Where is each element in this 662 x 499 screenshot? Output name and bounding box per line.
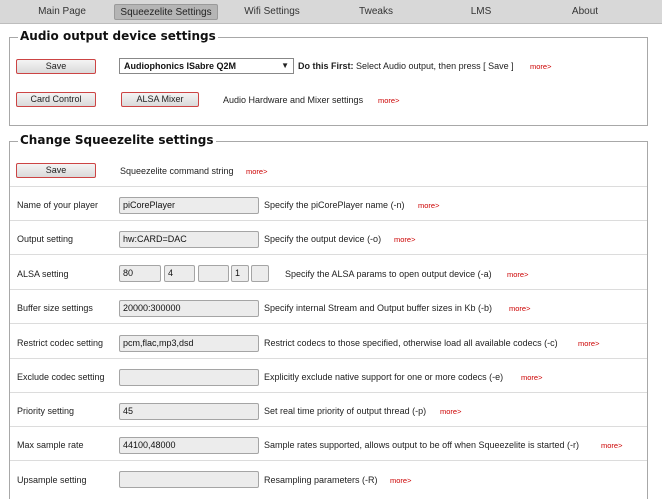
chevron-down-icon: ▼	[281, 61, 289, 70]
row-divider	[10, 426, 647, 427]
squeezelite-section: Change Squeezelite settings Save Squeeze…	[9, 133, 648, 499]
priority-desc: Set real time priority of output thread …	[264, 406, 427, 416]
tab-about[interactable]: About	[552, 4, 618, 20]
alsa-setting-label: ALSA setting	[17, 269, 69, 279]
upsample-input[interactable]	[119, 471, 259, 488]
audio-save-button[interactable]: Save	[16, 59, 96, 74]
max-sample-rate-desc: Sample rates supported, allows output to…	[264, 440, 580, 450]
tab-tweaks[interactable]: Tweaks	[338, 4, 414, 20]
card-control-button[interactable]: Card Control	[16, 92, 96, 107]
restrict-codec-label: Restrict codec setting	[17, 338, 104, 348]
exclude-codec-more-link[interactable]: more>	[521, 372, 542, 384]
squeezelite-title: Change Squeezelite settings	[18, 133, 216, 147]
exclude-codec-input[interactable]	[119, 369, 259, 386]
restrict-codec-input[interactable]: pcm,flac,mp3,dsd	[119, 335, 259, 352]
max-sample-rate-label: Max sample rate	[17, 440, 84, 450]
audio-output-title: Audio output device settings	[18, 29, 218, 43]
buffer-size-more-link[interactable]: more>	[509, 303, 530, 315]
row-divider	[10, 392, 647, 393]
row-divider	[10, 289, 647, 290]
restrict-codec-more-link[interactable]: more>	[578, 338, 599, 350]
max-sample-rate-more-link[interactable]: more>	[601, 440, 622, 452]
output-setting-label: Output setting	[17, 234, 74, 244]
row-divider	[10, 254, 647, 255]
tab-wifi-settings[interactable]: Wifi Settings	[232, 4, 312, 20]
player-name-more-link[interactable]: more>	[418, 200, 439, 212]
output-setting-desc: Specify the output device (-o)	[264, 234, 382, 244]
buffer-size-desc: Specify internal Stream and Output buffe…	[264, 303, 492, 313]
alsa-setting-more-link[interactable]: more>	[507, 269, 528, 281]
alsa-setting-desc: Specify the ALSA params to open output d…	[285, 269, 492, 279]
max-sample-rate-input[interactable]: 44100,48000	[119, 437, 259, 454]
row-divider	[10, 358, 647, 359]
audio-output-section: Audio output device settings Save Audiop…	[9, 29, 648, 126]
do-first-bold: Do this First:	[298, 61, 354, 71]
priority-input[interactable]: 45	[119, 403, 259, 420]
tab-lms[interactable]: LMS	[446, 4, 516, 20]
audio-device-selected-value: Audiophonics ISabre Q2M	[124, 61, 237, 71]
tab-squeezelite-settings[interactable]: Squeezelite Settings	[114, 4, 218, 20]
restrict-codec-desc: Restrict codecs to those specified, othe…	[264, 338, 558, 348]
squeezelite-save-button[interactable]: Save	[16, 163, 96, 178]
row-divider	[10, 323, 647, 324]
command-string-more-link[interactable]: more>	[246, 166, 267, 178]
buffer-size-label: Buffer size settings	[17, 303, 93, 313]
output-setting-input[interactable]: hw:CARD=DAC	[119, 231, 259, 248]
alsa-buffer-input[interactable]: 80	[119, 265, 161, 282]
exclude-codec-desc: Explicitly exclude native support for on…	[264, 372, 504, 382]
command-string-text: Squeezelite command string	[120, 166, 234, 176]
exclude-codec-label: Exclude codec setting	[17, 372, 105, 382]
player-name-desc: Specify the piCorePlayer name (-n)	[264, 200, 405, 210]
output-setting-more-link[interactable]: more>	[394, 234, 415, 246]
alsa-format-input[interactable]	[198, 265, 229, 282]
upsample-desc: Resampling parameters (-R)	[264, 475, 378, 485]
priority-more-link[interactable]: more>	[440, 406, 461, 418]
player-name-label: Name of your player	[17, 200, 99, 210]
do-first-instruction: Do this First: Select Audio output, then…	[298, 60, 514, 72]
do-first-text: Select Audio output, then press [ Save ]	[353, 61, 514, 71]
alsa-mixer-button[interactable]: ALSA Mixer	[121, 92, 199, 107]
buffer-size-input[interactable]: 20000:300000	[119, 300, 259, 317]
priority-label: Priority setting	[17, 406, 75, 416]
upsample-more-link[interactable]: more>	[390, 475, 411, 487]
tab-main-page[interactable]: Main Page	[22, 4, 102, 20]
top-nav: Main Page Squeezelite Settings Wifi Sett…	[0, 0, 662, 24]
player-name-input[interactable]: piCorePlayer	[119, 197, 259, 214]
upsample-label: Upsample setting	[17, 475, 87, 485]
row-divider	[10, 220, 647, 221]
audio-device-select[interactable]: Audiophonics ISabre Q2M ▼	[119, 58, 294, 74]
audio-hardware-more-link[interactable]: more>	[378, 95, 399, 107]
audio-hardware-text: Audio Hardware and Mixer settings	[223, 95, 364, 105]
alsa-period-input[interactable]: 4	[164, 265, 195, 282]
alsa-extra-input[interactable]	[251, 265, 269, 282]
row-divider	[10, 186, 647, 187]
row-divider	[10, 460, 647, 461]
alsa-mmap-input[interactable]: 1	[231, 265, 249, 282]
audio-output-more-link[interactable]: more>	[530, 61, 551, 73]
